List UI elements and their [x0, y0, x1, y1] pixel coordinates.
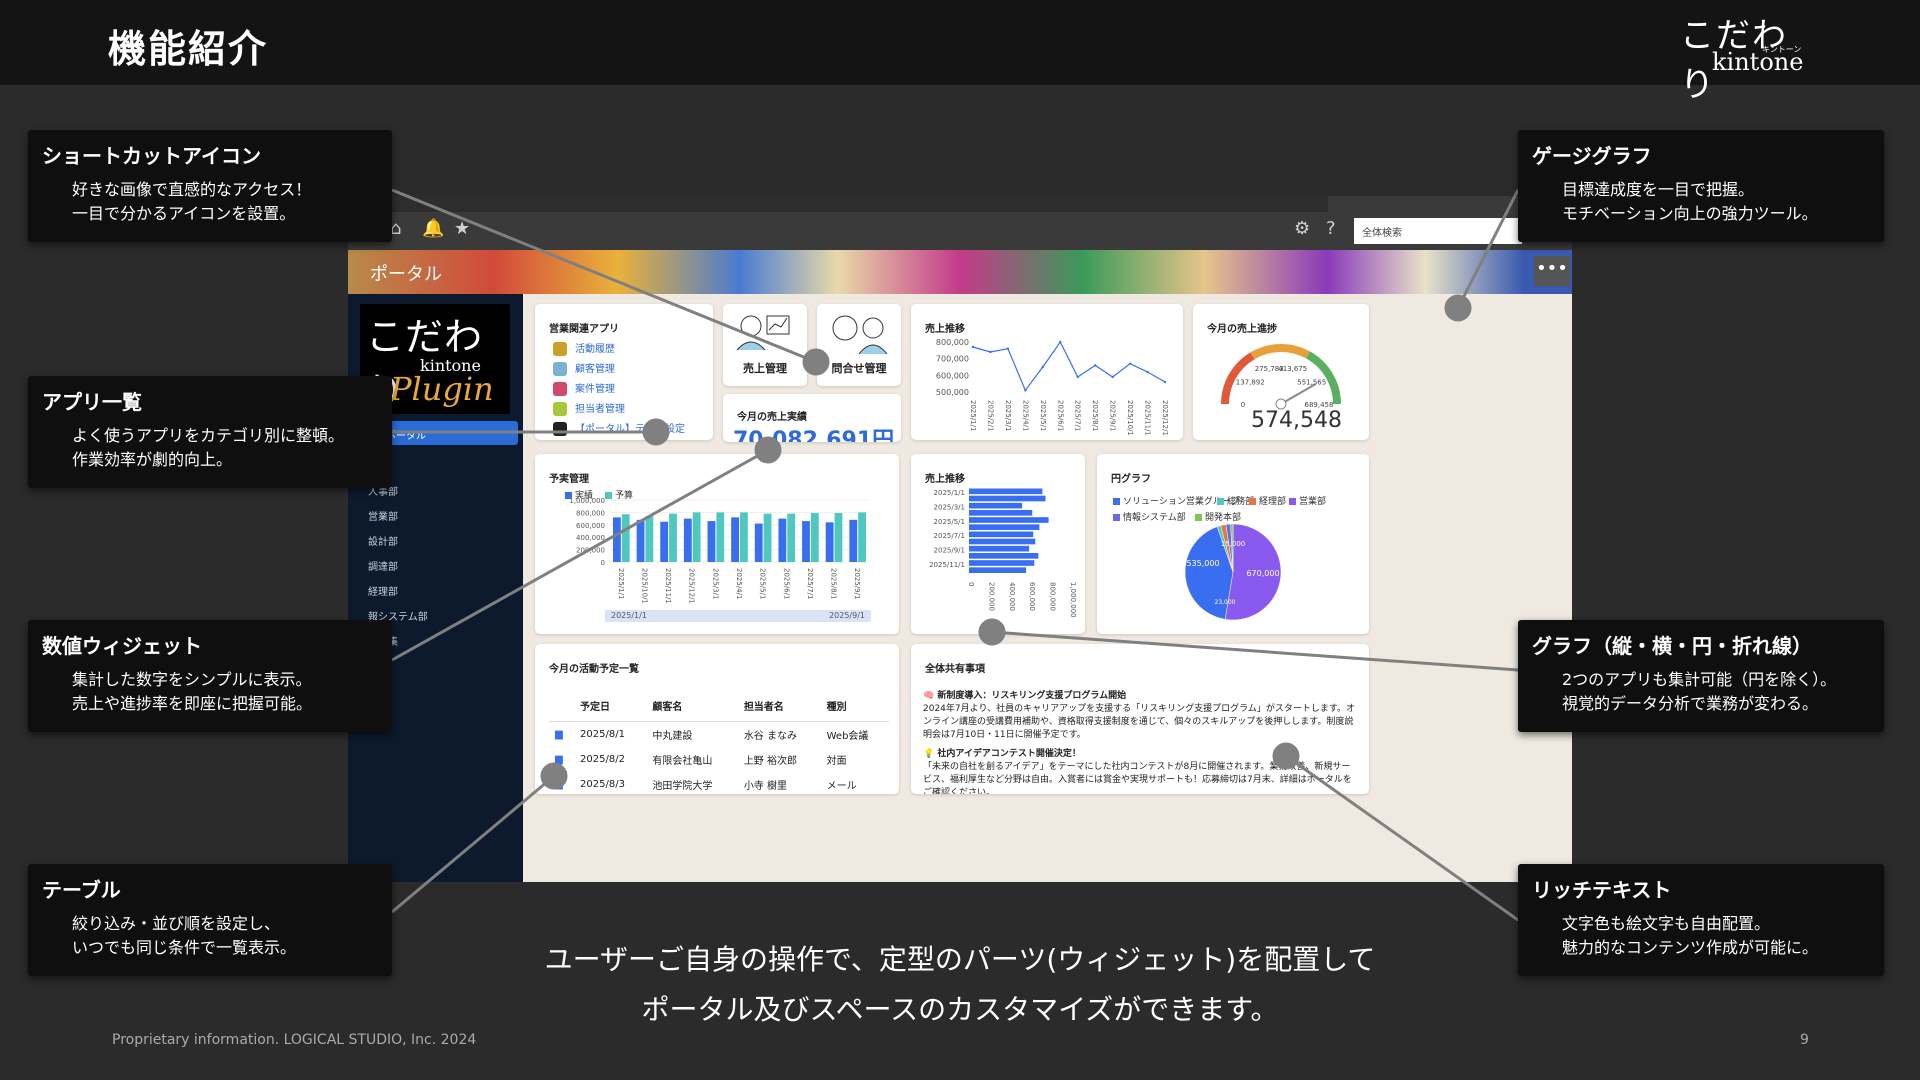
callout-title: アプリ一覧 — [42, 390, 142, 414]
callout-desc: 目標達成度を一目で把握。 モチベーション向上の強力ツール。 — [1562, 180, 1818, 223]
callout-number: 数値ウィジェット 集計した数字をシンプルに表示。 売上や進捗率を即座に把握可能。 — [28, 620, 392, 732]
callout-desc: 2つのアプリも集計可能（円を除く）。 視覚的データ分析で業務が変わる。 — [1562, 670, 1837, 713]
callout-title: グラフ（縦・横・円・折れ線） — [1532, 634, 1812, 658]
page-number: 9 — [1800, 1032, 1809, 1048]
callout-title: テーブル — [42, 878, 121, 902]
callout-desc: よく使うアプリをカテゴリ別に整頓。 作業効率が劇的向上。 — [72, 426, 345, 469]
footer-copyright: Proprietary information. LOGICAL STUDIO,… — [112, 1032, 477, 1048]
callout-title: リッチテキスト — [1532, 878, 1672, 902]
callout-title: 数値ウィジェット — [42, 634, 202, 658]
callout-applist: アプリ一覧 よく使うアプリをカテゴリ別に整頓。 作業効率が劇的向上。 — [28, 376, 392, 488]
caption-line2: ポータル及びスペースのカスタマイズができます。 — [641, 993, 1279, 1026]
callout-desc: 集計した数字をシンプルに表示。 売上や進捗率を即座に把握可能。 — [72, 670, 313, 713]
callout-shortcut: ショートカットアイコン 好きな画像で直感的なアクセス！ 一目で分かるアイコンを設置… — [28, 130, 392, 242]
callout-graph: グラフ（縦・横・円・折れ線） 2つのアプリも集計可能（円を除く）。 視覚的データ分… — [1518, 620, 1884, 732]
callout-title: ゲージグラフ — [1532, 144, 1652, 168]
callout-desc: 好きな画像で直感的なアクセス！ 一目で分かるアイコンを設置。 — [72, 180, 312, 223]
callout-title: ショートカットアイコン — [42, 144, 261, 168]
caption-line1: ユーザーご自身の操作で、定型のパーツ(ウィジェット)を配置して — [544, 943, 1376, 976]
callout-gauge: ゲージグラフ 目標達成度を一目で把握。 モチベーション向上の強力ツール。 — [1518, 130, 1884, 242]
